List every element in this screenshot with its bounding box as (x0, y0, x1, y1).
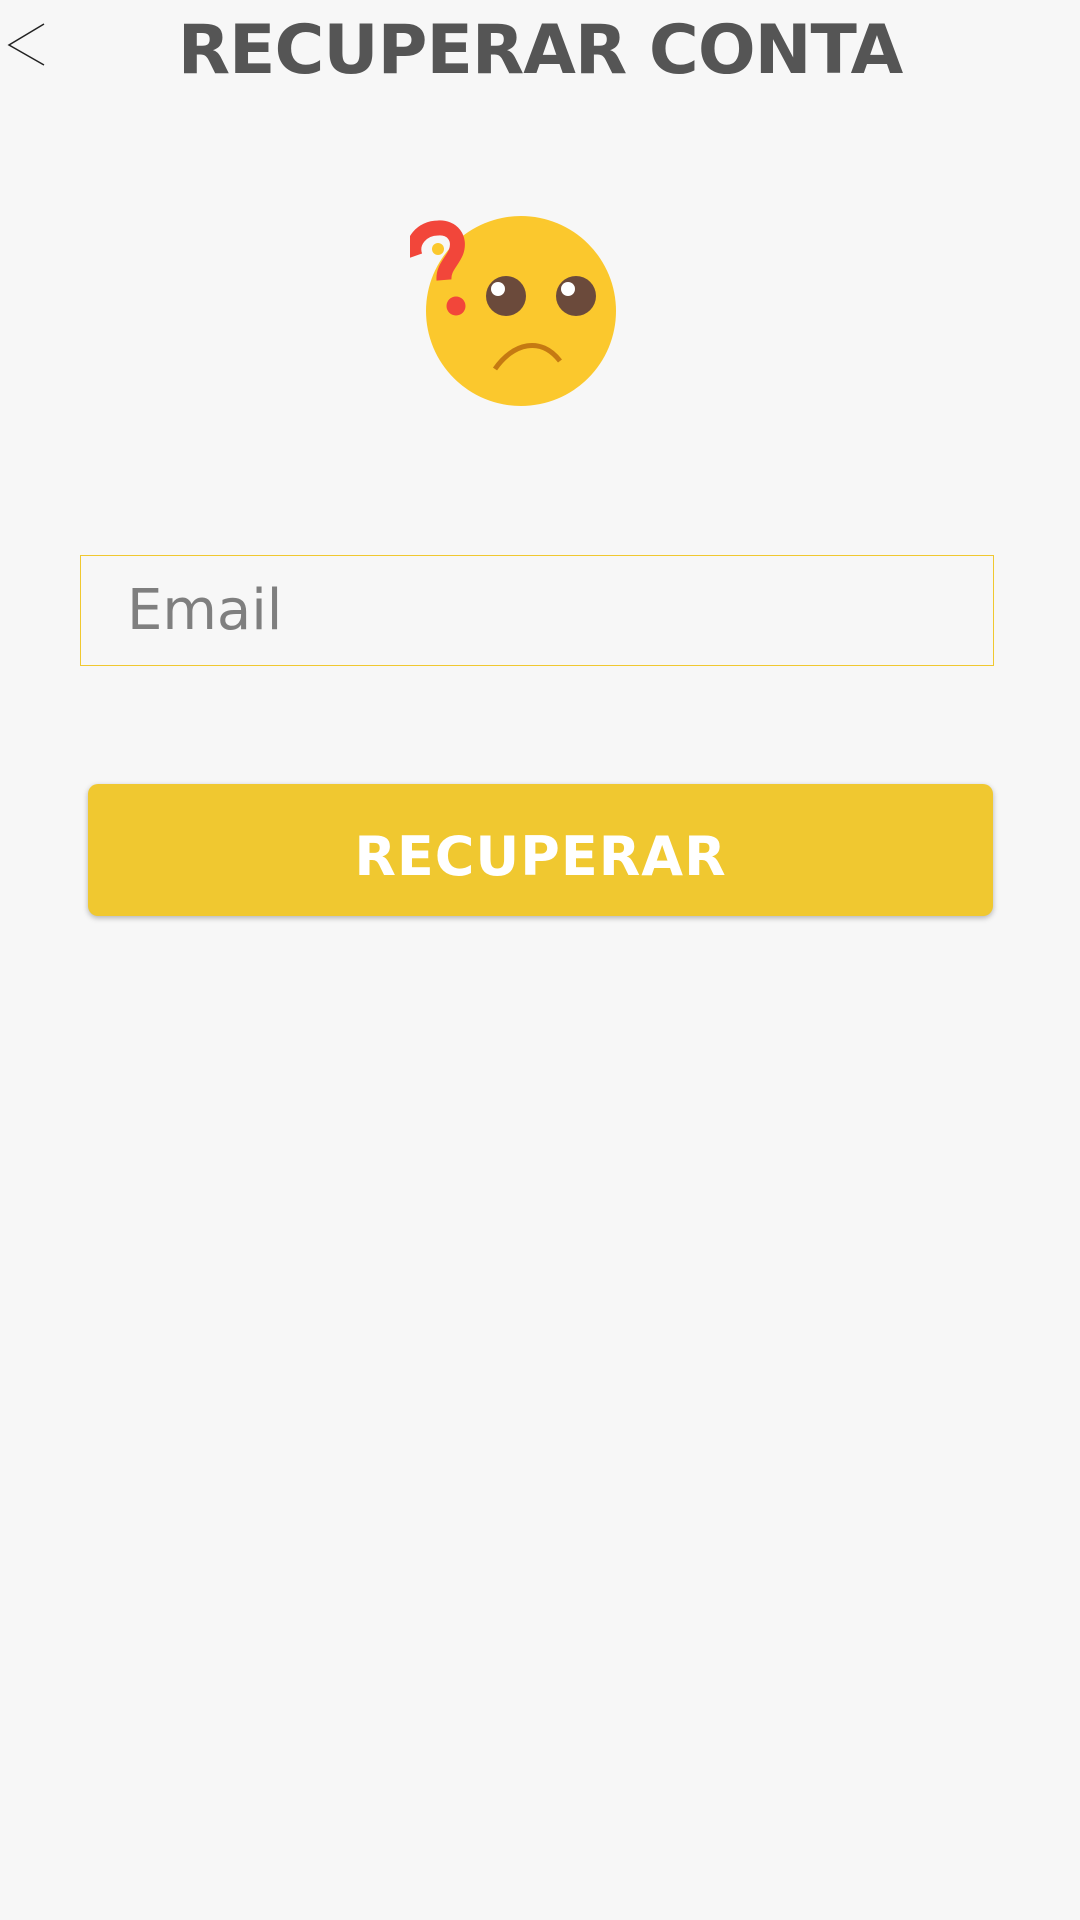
left-eye-highlight (491, 282, 505, 296)
recover-account-screen: RECUPERAR CONTA RECUPERAR (0, 0, 1080, 1920)
email-field (80, 555, 994, 666)
recover-button[interactable]: RECUPERAR (88, 784, 993, 916)
question-mark-dot (446, 296, 466, 316)
right-eye-highlight (561, 282, 575, 296)
right-eye (556, 276, 596, 316)
question-mark-hole (432, 243, 444, 255)
back-button[interactable] (0, 0, 60, 80)
confused-face-question-mark-icon (410, 216, 616, 406)
page-title: RECUPERAR CONTA (177, 11, 904, 90)
email-input[interactable] (81, 556, 993, 665)
chevron-left-icon (7, 23, 45, 66)
left-eye (486, 276, 526, 316)
